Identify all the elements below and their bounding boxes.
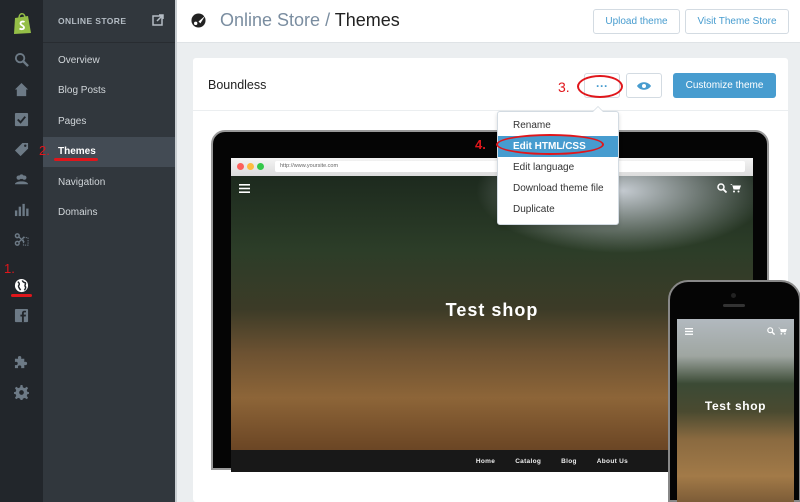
phone-speaker <box>723 304 745 307</box>
cart-icon <box>778 327 787 335</box>
subnav-item-label: Overview <box>58 54 100 66</box>
subnav-title: ONLINE STORE <box>58 16 127 26</box>
theme-card-header: Boundless ··· Customize theme <box>193 58 788 111</box>
page-title: Online Store / Themes <box>220 10 400 31</box>
apps-icon[interactable] <box>0 349 43 375</box>
storefront-nav-home: Home <box>475 457 496 465</box>
subnav-item-label: Pages <box>58 115 87 127</box>
hamburger-menu-icon <box>239 184 250 193</box>
subnav-item-blog-posts[interactable]: Blog Posts <box>43 76 175 107</box>
subnav-header: ONLINE STORE <box>43 0 175 43</box>
subnav-item-label: Domains <box>58 207 98 219</box>
subnav-item-overview[interactable]: Overview <box>43 45 175 76</box>
annotation-step-1: 1. <box>4 261 15 276</box>
visit-theme-store-button[interactable]: Visit Theme Store <box>685 9 789 34</box>
annotation-step-2: 2. <box>39 143 50 158</box>
top-bar: Online Store / Themes Upload theme Visit… <box>177 0 800 43</box>
subnav-item-navigation[interactable]: Navigation <box>43 167 175 198</box>
search-icon <box>767 327 775 335</box>
breadcrumb-online-store[interactable]: Online Store <box>220 10 320 30</box>
hamburger-menu-icon <box>685 328 693 335</box>
subnav-item-label: Navigation <box>58 176 106 188</box>
shopify-logo-icon[interactable] <box>0 8 43 38</box>
discounts-icon[interactable] <box>0 226 43 252</box>
theme-name: Boundless <box>208 78 267 92</box>
annotation-step-3: 3. <box>558 79 570 95</box>
external-link-icon[interactable] <box>152 14 164 26</box>
online-store-subnav: ONLINE STORE Overview Blog Posts Pages T… <box>43 0 175 502</box>
menu-item-duplicate[interactable]: Duplicate <box>498 199 618 220</box>
main-content: Online Store / Themes Upload theme Visit… <box>175 0 800 502</box>
orders-icon[interactable] <box>0 106 43 132</box>
app: ONLINE STORE Overview Blog Posts Pages T… <box>0 0 800 502</box>
mobile-screen: Test shop <box>677 319 794 502</box>
annotation-underline-1 <box>11 294 32 297</box>
menu-item-edit-language[interactable]: Edit language <box>498 157 618 178</box>
menu-item-download-theme-file[interactable]: Download theme file <box>498 178 618 199</box>
settings-icon[interactable] <box>0 379 43 405</box>
home-icon[interactable] <box>0 76 43 102</box>
search-icon <box>717 183 727 193</box>
annotation-underline-2 <box>54 158 98 161</box>
storefront-nav-blog: Blog <box>561 457 577 465</box>
search-icon[interactable] <box>0 46 43 72</box>
browser-chrome: http://www.yoursite.com <box>231 158 753 176</box>
breadcrumb-current: Themes <box>334 10 400 30</box>
storefront-nav-about: About Us <box>596 457 629 465</box>
close-dot-icon <box>237 163 244 170</box>
maximize-dot-icon <box>257 163 264 170</box>
eye-icon <box>637 81 651 90</box>
annotation-circle-3 <box>577 75 623 98</box>
theme-actions-dropdown: Rename Edit HTML/CSS Edit language Downl… <box>497 106 619 225</box>
mobile-shop-title: Test shop <box>704 399 767 413</box>
cart-icon <box>730 184 741 193</box>
menu-item-rename[interactable]: Rename <box>498 115 618 136</box>
facebook-icon[interactable] <box>0 302 43 328</box>
annotation-step-4: 4. <box>475 137 486 152</box>
minimize-dot-icon <box>247 163 254 170</box>
theme-card: Boundless ··· Customize theme http://www… <box>193 58 800 502</box>
customize-theme-button[interactable]: Customize theme <box>673 73 776 98</box>
customers-icon[interactable] <box>0 166 43 192</box>
mobile-preview: Test shop <box>668 280 800 502</box>
icon-rail <box>0 0 43 502</box>
breadcrumb-separator: / <box>325 10 331 30</box>
subnav-item-themes[interactable]: Themes <box>43 136 175 167</box>
reports-icon[interactable] <box>0 196 43 222</box>
upload-theme-button[interactable]: Upload theme <box>593 9 680 34</box>
subnav-item-domains[interactable]: Domains <box>43 198 175 229</box>
phone-camera <box>731 293 736 298</box>
annotation-circle-4 <box>496 134 604 155</box>
preview-button[interactable] <box>626 73 662 98</box>
subnav-item-pages[interactable]: Pages <box>43 106 175 137</box>
tag-icon[interactable] <box>0 136 43 162</box>
themes-paintbrush-icon <box>191 13 206 28</box>
subnav-item-label: Themes <box>58 146 96 158</box>
subnav-item-label: Blog Posts <box>58 85 106 97</box>
storefront-nav-catalog: Catalog <box>515 457 542 465</box>
